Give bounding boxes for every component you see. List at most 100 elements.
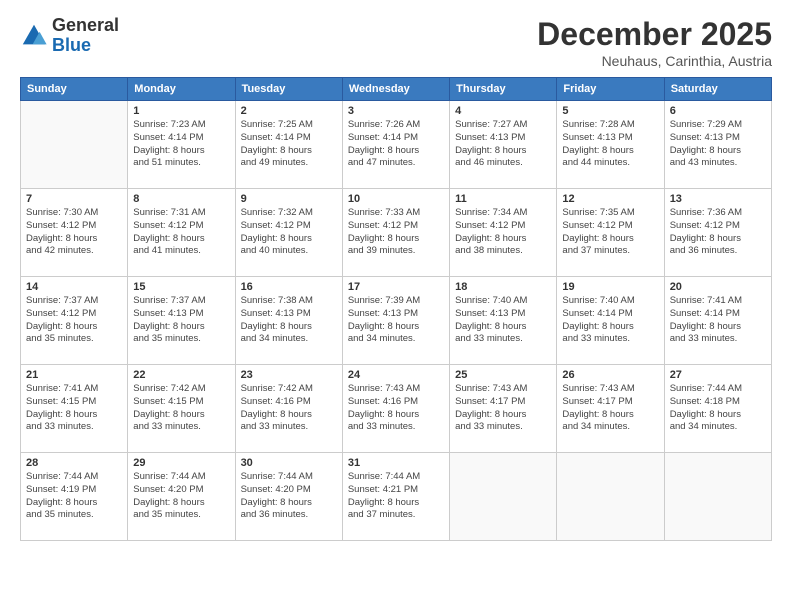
day-info: Sunrise: 7:30 AMSunset: 4:12 PMDaylight:…	[26, 207, 122, 258]
day-info: Sunrise: 7:44 AMSunset: 4:18 PMDaylight:…	[670, 383, 766, 434]
day-number: 29	[133, 457, 229, 469]
day-number: 26	[562, 369, 658, 381]
logo: General Blue	[20, 16, 119, 56]
title-area: December 2025 Neuhaus, Carinthia, Austri…	[537, 16, 772, 69]
day-number: 30	[241, 457, 337, 469]
logo-text: General Blue	[52, 16, 119, 56]
calendar-cell: 23 Sunrise: 7:42 AMSunset: 4:16 PMDayligh…	[235, 365, 342, 453]
week-row-4: 28Sunrise: 7:44 AMSunset: 4:19 PMDayligh…	[21, 453, 772, 541]
calendar-cell: 27 Sunrise: 7:44 AMSunset: 4:18 PMDayligh…	[664, 365, 771, 453]
day-info: Sunrise: 7:32 AMSunset: 4:12 PMDaylight:…	[241, 207, 337, 258]
calendar-cell: 1 Sunrise: 7:23 AMSunset: 4:14 PMDaylight…	[128, 101, 235, 189]
calendar-cell	[21, 101, 128, 189]
day-number: 14	[26, 281, 122, 293]
day-info: Sunrise: 7:43 AMSunset: 4:16 PMDaylight:…	[348, 383, 444, 434]
calendar-cell	[450, 453, 557, 541]
day-number: 31	[348, 457, 444, 469]
col-saturday: Saturday	[664, 78, 771, 101]
calendar-cell: 15 Sunrise: 7:37 AMSunset: 4:13 PMDayligh…	[128, 277, 235, 365]
day-number: 20	[670, 281, 766, 293]
col-sunday: Sunday	[21, 78, 128, 101]
calendar-cell: 30 Sunrise: 7:44 AMSunset: 4:20 PMDayligh…	[235, 453, 342, 541]
day-number: 4	[455, 105, 551, 117]
day-number: 12	[562, 193, 658, 205]
calendar-cell: 11Sunrise: 7:34 AMSunset: 4:12 PMDayligh…	[450, 189, 557, 277]
day-info: Sunrise: 7:27 AMSunset: 4:13 PMDaylight:…	[455, 119, 551, 170]
header-row: Sunday Monday Tuesday Wednesday Thursday…	[21, 78, 772, 101]
calendar-cell: 25 Sunrise: 7:43 AMSunset: 4:17 PMDayligh…	[450, 365, 557, 453]
day-number: 13	[670, 193, 766, 205]
day-info: Sunrise: 7:39 AMSunset: 4:13 PMDaylight:…	[348, 295, 444, 346]
day-info: Sunrise: 7:44 AMSunset: 4:21 PMDaylight:…	[348, 471, 444, 522]
day-number: 27	[670, 369, 766, 381]
week-row-1: 7 Sunrise: 7:30 AMSunset: 4:12 PMDaylight…	[21, 189, 772, 277]
week-row-2: 14 Sunrise: 7:37 AMSunset: 4:12 PMDayligh…	[21, 277, 772, 365]
day-number: 28	[26, 457, 122, 469]
day-number: 21	[26, 369, 122, 381]
col-friday: Friday	[557, 78, 664, 101]
day-info: Sunrise: 7:44 AMSunset: 4:20 PMDaylight:…	[241, 471, 337, 522]
calendar-cell: 26 Sunrise: 7:43 AMSunset: 4:17 PMDayligh…	[557, 365, 664, 453]
col-monday: Monday	[128, 78, 235, 101]
day-number: 5	[562, 105, 658, 117]
calendar-cell: 7 Sunrise: 7:30 AMSunset: 4:12 PMDaylight…	[21, 189, 128, 277]
day-info: Sunrise: 7:26 AMSunset: 4:14 PMDaylight:…	[348, 119, 444, 170]
day-number: 18	[455, 281, 551, 293]
calendar-cell: 8 Sunrise: 7:31 AMSunset: 4:12 PMDaylight…	[128, 189, 235, 277]
header: General Blue December 2025 Neuhaus, Cari…	[20, 16, 772, 69]
day-number: 17	[348, 281, 444, 293]
calendar-cell: 12Sunrise: 7:35 AMSunset: 4:12 PMDayligh…	[557, 189, 664, 277]
day-number: 25	[455, 369, 551, 381]
day-info: Sunrise: 7:29 AMSunset: 4:13 PMDaylight:…	[670, 119, 766, 170]
day-number: 10	[348, 193, 444, 205]
subtitle: Neuhaus, Carinthia, Austria	[537, 53, 772, 69]
day-number: 22	[133, 369, 229, 381]
day-number: 3	[348, 105, 444, 117]
day-info: Sunrise: 7:36 AMSunset: 4:12 PMDaylight:…	[670, 207, 766, 258]
day-info: Sunrise: 7:33 AMSunset: 4:12 PMDaylight:…	[348, 207, 444, 258]
day-info: Sunrise: 7:43 AMSunset: 4:17 PMDaylight:…	[562, 383, 658, 434]
page: General Blue December 2025 Neuhaus, Cari…	[0, 0, 792, 612]
calendar-cell: 20Sunrise: 7:41 AMSunset: 4:14 PMDayligh…	[664, 277, 771, 365]
day-number: 23	[241, 369, 337, 381]
calendar-cell: 2Sunrise: 7:25 AMSunset: 4:14 PMDaylight…	[235, 101, 342, 189]
day-number: 9	[241, 193, 337, 205]
day-number: 24	[348, 369, 444, 381]
day-info: Sunrise: 7:28 AMSunset: 4:13 PMDaylight:…	[562, 119, 658, 170]
calendar-cell: 31 Sunrise: 7:44 AMSunset: 4:21 PMDayligh…	[342, 453, 449, 541]
calendar-cell: 18 Sunrise: 7:40 AMSunset: 4:13 PMDayligh…	[450, 277, 557, 365]
day-info: Sunrise: 7:31 AMSunset: 4:12 PMDaylight:…	[133, 207, 229, 258]
logo-general: General	[52, 15, 119, 35]
day-info: Sunrise: 7:23 AMSunset: 4:14 PMDaylight:…	[133, 119, 229, 170]
day-number: 2	[241, 105, 337, 117]
calendar-cell: 19 Sunrise: 7:40 AMSunset: 4:14 PMDayligh…	[557, 277, 664, 365]
calendar-cell: 5 Sunrise: 7:28 AMSunset: 4:13 PMDaylight…	[557, 101, 664, 189]
day-number: 7	[26, 193, 122, 205]
week-row-0: 1 Sunrise: 7:23 AMSunset: 4:14 PMDaylight…	[21, 101, 772, 189]
day-info: Sunrise: 7:37 AMSunset: 4:13 PMDaylight:…	[133, 295, 229, 346]
calendar-cell: 16Sunrise: 7:38 AMSunset: 4:13 PMDayligh…	[235, 277, 342, 365]
day-info: Sunrise: 7:40 AMSunset: 4:13 PMDaylight:…	[455, 295, 551, 346]
calendar-cell: 24 Sunrise: 7:43 AMSunset: 4:16 PMDayligh…	[342, 365, 449, 453]
calendar-cell: 21Sunrise: 7:41 AMSunset: 4:15 PMDayligh…	[21, 365, 128, 453]
day-number: 19	[562, 281, 658, 293]
day-number: 1	[133, 105, 229, 117]
col-tuesday: Tuesday	[235, 78, 342, 101]
day-number: 6	[670, 105, 766, 117]
logo-blue: Blue	[52, 35, 91, 55]
col-thursday: Thursday	[450, 78, 557, 101]
day-info: Sunrise: 7:40 AMSunset: 4:14 PMDaylight:…	[562, 295, 658, 346]
day-info: Sunrise: 7:42 AMSunset: 4:16 PMDaylight:…	[241, 383, 337, 434]
calendar-cell: 4 Sunrise: 7:27 AMSunset: 4:13 PMDaylight…	[450, 101, 557, 189]
day-info: Sunrise: 7:37 AMSunset: 4:12 PMDaylight:…	[26, 295, 122, 346]
calendar-cell: 9 Sunrise: 7:32 AMSunset: 4:12 PMDaylight…	[235, 189, 342, 277]
day-info: Sunrise: 7:44 AMSunset: 4:20 PMDaylight:…	[133, 471, 229, 522]
day-number: 11	[455, 193, 551, 205]
day-number: 8	[133, 193, 229, 205]
week-row-3: 21Sunrise: 7:41 AMSunset: 4:15 PMDayligh…	[21, 365, 772, 453]
day-number: 15	[133, 281, 229, 293]
day-info: Sunrise: 7:43 AMSunset: 4:17 PMDaylight:…	[455, 383, 551, 434]
calendar-cell: 28Sunrise: 7:44 AMSunset: 4:19 PMDayligh…	[21, 453, 128, 541]
calendar-cell: 3 Sunrise: 7:26 AMSunset: 4:14 PMDaylight…	[342, 101, 449, 189]
day-number: 16	[241, 281, 337, 293]
